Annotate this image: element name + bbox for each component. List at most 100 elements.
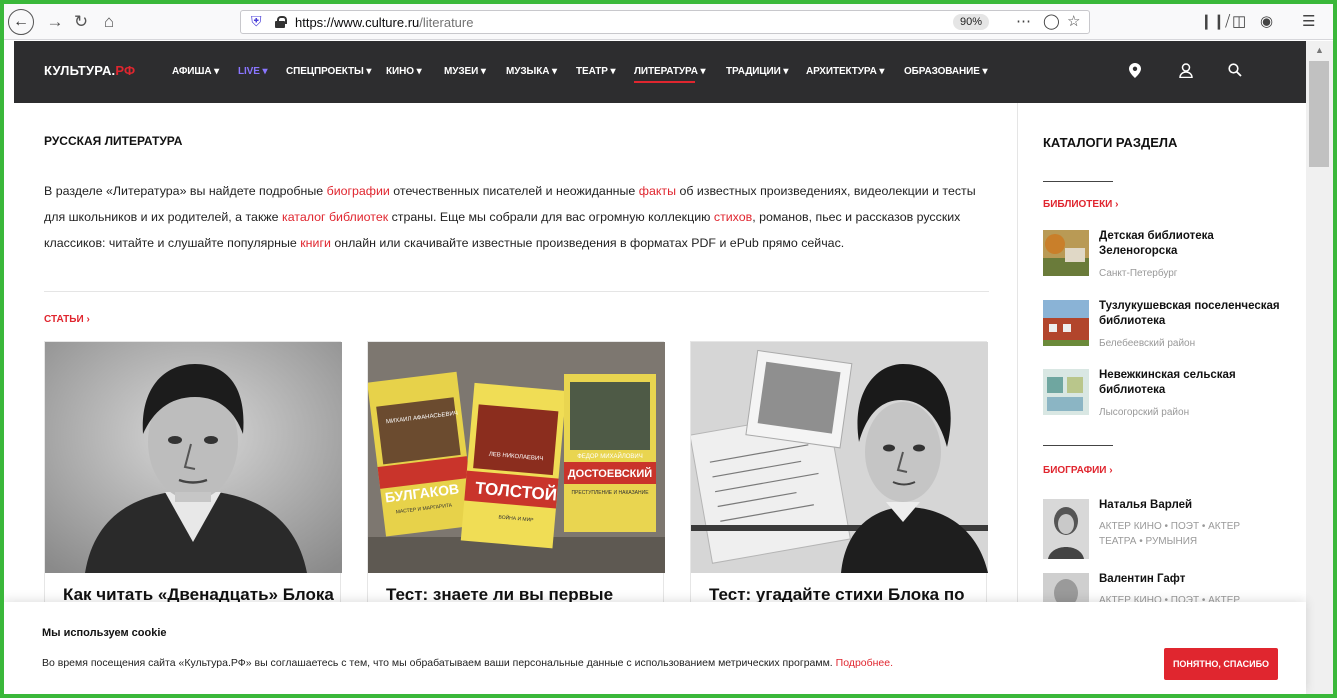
sidebar-icon[interactable]: ◫ <box>1232 12 1246 30</box>
menu-item-label: АФИША <box>172 66 212 77</box>
book-cover-name: ДОСТОЕВСКИЙ <box>567 468 653 480</box>
menu-item-label: МУЗЕИ <box>444 66 479 77</box>
article-image-books[interactable]: МИХАИЛ АФАНАСЬЕВИЧ БУЛГАКОВ МАСТЕР И МАР… <box>368 342 665 573</box>
user-icon[interactable] <box>1179 63 1193 81</box>
library-item[interactable]: Невежкинская сельская библиотека Лысогор… <box>1043 369 1303 429</box>
biographies-section-link[interactable]: БИОГРАФИИ › <box>1043 465 1113 476</box>
library-item[interactable]: Тузлукушевская поселенческая библиотека … <box>1043 300 1303 360</box>
page-actions-icon[interactable]: ⋯ <box>1016 12 1031 30</box>
link-library-catalog[interactable]: каталог библиотек <box>282 210 388 224</box>
link-books[interactable]: книги <box>300 236 331 250</box>
url-text[interactable]: https://www.culture.ru/literature <box>295 15 473 30</box>
browser-window: ← → ↻ ⌂ ⛨ https://www.culture.ru/literat… <box>4 4 1333 694</box>
biography-item[interactable]: Наталья Варлей АКТЕР КИНО • ПОЭТ • АКТЕР… <box>1043 499 1303 559</box>
divider <box>44 291 989 292</box>
cookie-more-link[interactable]: Подробнее. <box>836 657 893 669</box>
scrollbar-thumb[interactable] <box>1309 61 1329 167</box>
account-icon[interactable]: ◉ <box>1260 12 1273 30</box>
site-header: КУЛЬТУРА.РФ АФИША ▾ LIVE ▾ СПЕЦПРОЕКТЫ ▾… <box>14 41 1306 103</box>
intro-text: отечественных писателей и неожиданные <box>389 184 639 198</box>
article-image-blok-portrait[interactable] <box>45 342 342 573</box>
library-icon[interactable]: ❙❙⧸ <box>1200 12 1230 30</box>
article-card[interactable]: Как читать «Двенадцать» Блока <box>44 341 342 621</box>
hamburger-menu-icon[interactable]: ☰ <box>1302 12 1315 30</box>
library-thumbnail[interactable] <box>1043 230 1089 276</box>
menu-item-label: ОБРАЗОВАНИЕ <box>904 66 980 77</box>
menu-item-muzyka[interactable]: МУЗЫКА ▾ <box>506 66 557 77</box>
library-thumbnail[interactable] <box>1043 369 1089 415</box>
main-content: РУССКАЯ ЛИТЕРАТУРА В разделе «Литература… <box>44 134 989 621</box>
library-item[interactable]: Детская библиотека Зеленогорска Санкт-Пе… <box>1043 230 1303 290</box>
menu-item-afisha[interactable]: АФИША ▾ <box>172 66 219 77</box>
book-cover-work: ПРЕСТУПЛЕНИЕ И НАКАЗАНИЕ <box>571 490 649 496</box>
cookie-text: Во время посещения сайта «Культура.РФ» в… <box>42 657 893 669</box>
library-name[interactable]: Невежкинская сельская библиотека <box>1099 368 1289 398</box>
browser-toolbar: ← → ↻ ⌂ ⛨ https://www.culture.ru/literat… <box>4 4 1333 40</box>
intro-text: В разделе «Литература» вы найдете подроб… <box>44 184 327 198</box>
menu-item-live[interactable]: LIVE ▾ <box>238 66 268 77</box>
divider <box>1043 181 1113 182</box>
menu-item-label: АРХИТЕКТУРА <box>806 66 877 77</box>
library-name[interactable]: Тузлукушевская поселенческая библиотека <box>1099 299 1289 329</box>
menu-item-label: ТЕАТР <box>576 66 608 77</box>
cookie-title: Мы используем cookie <box>42 627 167 639</box>
library-thumbnail[interactable] <box>1043 300 1089 346</box>
menu-item-label: МУЗЫКА <box>506 66 550 77</box>
pocket-icon[interactable]: ◯ <box>1043 12 1060 30</box>
search-icon[interactable] <box>1228 63 1242 80</box>
link-biographies[interactable]: биографии <box>327 184 390 198</box>
back-button[interactable]: ← <box>8 9 34 35</box>
tracking-protection-icon[interactable]: ⛨ <box>251 13 262 30</box>
section-label: СТАТЬИ <box>44 314 84 325</box>
menu-item-obrazovanie[interactable]: ОБРАЗОВАНИЕ ▾ <box>904 66 988 77</box>
divider <box>1043 445 1113 446</box>
menu-item-traditsii[interactable]: ТРАДИЦИИ ▾ <box>726 66 788 77</box>
location-icon[interactable] <box>1129 63 1141 81</box>
menu-item-literatura[interactable]: ЛИТЕРАТУРА ▾ <box>634 66 706 83</box>
biography-photo[interactable] <box>1043 499 1089 559</box>
menu-item-label: LIVE <box>238 66 260 77</box>
cookie-message: Во время посещения сайта «Культура.РФ» в… <box>42 657 836 669</box>
library-place: Белебеевский район <box>1099 338 1196 349</box>
libraries-section-link[interactable]: БИБЛИОТЕКИ › <box>1043 199 1118 210</box>
menu-item-label: ТРАДИЦИИ <box>726 66 781 77</box>
page-scrollbar[interactable]: ▲ <box>1306 41 1333 694</box>
biography-photo[interactable] <box>1043 573 1089 603</box>
zoom-indicator[interactable]: 90% <box>953 14 989 30</box>
book-cover-author: ФЕДОР МИХАЙЛОВИЧ <box>577 454 643 460</box>
intro-text: онлайн или скачивайте известные произвед… <box>330 236 845 250</box>
article-card[interactable]: Тест: угадайте стихи Блока по <box>690 341 988 621</box>
intro-text: страны. Еще мы собрали для вас огромную … <box>388 210 714 224</box>
section-label: БИБЛИОТЕКИ <box>1043 199 1113 210</box>
cookie-accept-button[interactable]: ПОНЯТНО, СПАСИБО <box>1164 648 1278 680</box>
link-poems[interactable]: стихов <box>714 210 752 224</box>
article-image-blok-collage[interactable] <box>691 342 988 573</box>
forward-button[interactable]: → <box>44 12 66 32</box>
link-facts[interactable]: факты <box>639 184 676 198</box>
articles-section-link[interactable]: СТАТЬИ › <box>44 314 90 325</box>
site-logo[interactable]: КУЛЬТУРА.РФ <box>44 63 135 78</box>
sidebar-title: КАТАЛОГИ РАЗДЕЛА <box>1043 135 1178 150</box>
home-button[interactable]: ⌂ <box>98 12 120 32</box>
menu-item-label: КИНО <box>386 66 414 77</box>
cookie-banner: Мы используем cookie Во время посещения … <box>4 602 1306 694</box>
reload-button[interactable]: ↻ <box>70 12 92 32</box>
person-name[interactable]: Наталья Варлей <box>1099 498 1289 513</box>
scroll-up-icon[interactable]: ▲ <box>1315 45 1324 55</box>
url-path: /literature <box>419 15 474 30</box>
section-label: БИОГРАФИИ <box>1043 465 1107 476</box>
library-name[interactable]: Детская библиотека Зеленогорска <box>1099 229 1289 259</box>
lock-icon[interactable] <box>275 16 287 28</box>
menu-item-arkhitektura[interactable]: АРХИТЕКТУРА ▾ <box>806 66 884 77</box>
address-bar[interactable]: ⛨ https://www.culture.ru/literature 90% … <box>240 10 1090 34</box>
page-title: РУССКАЯ ЛИТЕРАТУРА <box>44 134 183 148</box>
menu-item-teatr[interactable]: ТЕАТР ▾ <box>576 66 615 77</box>
person-name[interactable]: Валентин Гафт <box>1099 572 1289 587</box>
url-host: https://www.culture.ru <box>295 15 420 30</box>
bookmark-star-icon[interactable]: ☆ <box>1067 12 1080 30</box>
menu-item-muzei[interactable]: МУЗЕИ ▾ <box>444 66 486 77</box>
menu-item-kino[interactable]: КИНО ▾ <box>386 66 422 77</box>
article-card[interactable]: МИХАИЛ АФАНАСЬЕВИЧ БУЛГАКОВ МАСТЕР И МАР… <box>367 341 665 621</box>
logo-accent: РФ <box>115 63 136 78</box>
menu-item-specprojects[interactable]: СПЕЦПРОЕКТЫ ▾ <box>286 66 371 77</box>
